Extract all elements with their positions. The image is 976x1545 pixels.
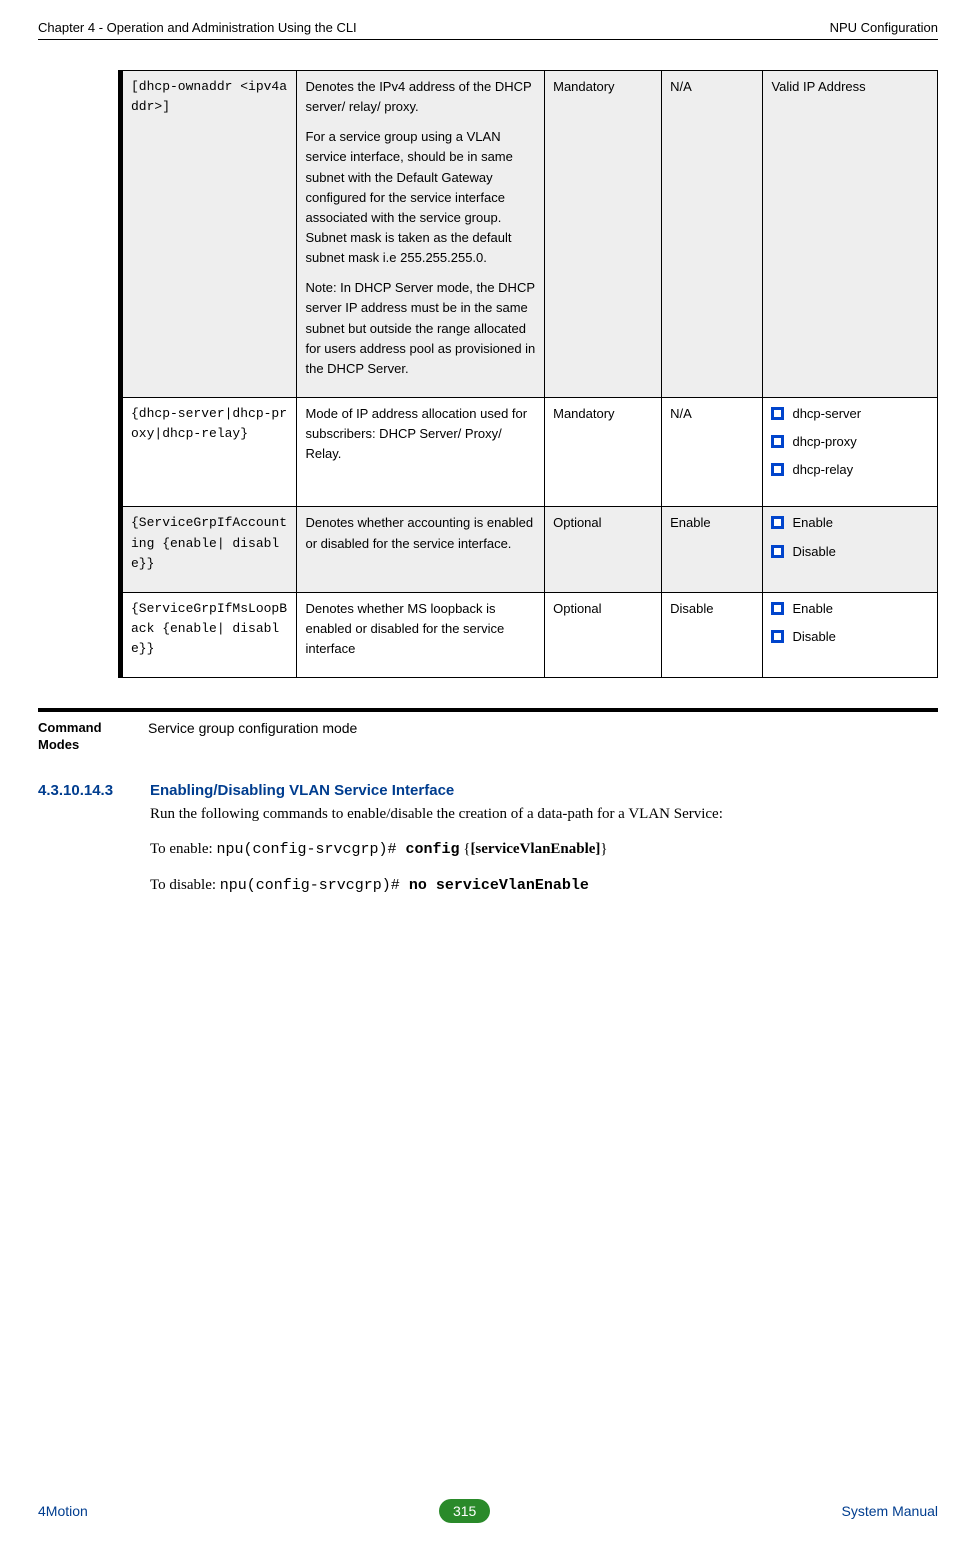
command-modes-row: Command Modes Service group configuratio… <box>38 708 938 754</box>
table-row: {dhcp-server|dhcp-proxy|dhcp-relay} Mode… <box>123 397 938 506</box>
default-cell: N/A <box>662 397 763 506</box>
value-label: dhcp-proxy <box>792 432 856 452</box>
presence-cell: Mandatory <box>545 71 662 398</box>
enable-command-line: To enable: npu(config-srvcgrp)# config {… <box>150 838 938 861</box>
value-label: dhcp-server <box>792 404 861 424</box>
default-cell: Enable <box>662 507 763 592</box>
header-left: Chapter 4 - Operation and Administration… <box>38 20 357 35</box>
modes-label-line2: Modes <box>38 737 79 752</box>
value-label: Enable <box>792 513 832 533</box>
param-cell: {dhcp-server|dhcp-proxy|dhcp-relay} <box>123 397 297 506</box>
bullet-icon <box>771 602 784 615</box>
command-modes-label: Command Modes <box>38 720 148 754</box>
bullet-icon <box>771 463 784 476</box>
values-cell: Enable Disable <box>763 592 938 677</box>
value-item: Enable <box>771 599 929 619</box>
values-cell: Enable Disable <box>763 507 938 592</box>
enable-arg: [serviceVlanEnable] <box>470 841 600 857</box>
parameter-table: [dhcp-ownaddr <ipv4addr>] Denotes the IP… <box>118 70 938 678</box>
table-row: {ServiceGrpIfMsLoopBack {enable| disable… <box>123 592 938 677</box>
param-cell: [dhcp-ownaddr <ipv4addr>] <box>123 71 297 398</box>
table-row: {ServiceGrpIfAccounting {enable| disable… <box>123 507 938 592</box>
value-item: Enable <box>771 513 929 533</box>
footer-right: System Manual <box>842 1503 938 1519</box>
enable-arg-close: } <box>600 841 607 857</box>
page-number-badge: 315 <box>439 1499 490 1523</box>
enable-arg-open: { <box>459 841 470 857</box>
bullet-icon <box>771 630 784 643</box>
disable-prefix: To disable: <box>150 877 220 893</box>
table-row: [dhcp-ownaddr <ipv4addr>] Denotes the IP… <box>123 71 938 398</box>
presence-cell: Optional <box>545 507 662 592</box>
value-item: Disable <box>771 627 929 647</box>
value-item: dhcp-relay <box>771 460 929 480</box>
disable-prompt: npu(config-srvcgrp)# <box>220 877 409 894</box>
section-heading: 4.3.10.14.3 Enabling/Disabling VLAN Serv… <box>38 782 938 799</box>
enable-cmd: config <box>405 841 459 858</box>
disable-command-line: To disable: npu(config-srvcgrp)# no serv… <box>150 874 938 897</box>
value-label: Disable <box>792 542 835 562</box>
section-body: Run the following commands to enable/dis… <box>150 803 938 897</box>
footer-left: 4Motion <box>38 1503 88 1519</box>
bullet-icon <box>771 407 784 420</box>
desc-cell: Denotes whether MS loopback is enabled o… <box>297 592 545 677</box>
value-label: dhcp-relay <box>792 460 853 480</box>
desc-para: For a service group using a VLAN service… <box>305 127 536 268</box>
desc-para: Note: In DHCP Server mode, the DHCP serv… <box>305 278 536 379</box>
bullet-icon <box>771 435 784 448</box>
page-header: Chapter 4 - Operation and Administration… <box>38 20 938 40</box>
desc-cell: Denotes whether accounting is enabled or… <box>297 507 545 592</box>
values-cell: dhcp-server dhcp-proxy dhcp-relay <box>763 397 938 506</box>
modes-label-line1: Command <box>38 720 102 735</box>
value-label: Enable <box>792 599 832 619</box>
desc-para: Denotes the IPv4 address of the DHCP ser… <box>305 77 536 117</box>
disable-cmd: no serviceVlanEnable <box>409 877 589 894</box>
value-item: dhcp-proxy <box>771 432 929 452</box>
value-label: Disable <box>792 627 835 647</box>
command-modes-text: Service group configuration mode <box>148 720 357 754</box>
section-number: 4.3.10.14.3 <box>38 782 150 799</box>
value-item: dhcp-server <box>771 404 929 424</box>
header-right: NPU Configuration <box>830 20 938 35</box>
param-cell: {ServiceGrpIfAccounting {enable| disable… <box>123 507 297 592</box>
intro-text: Run the following commands to enable/dis… <box>150 803 938 826</box>
value-item: Disable <box>771 542 929 562</box>
desc-cell: Denotes the IPv4 address of the DHCP ser… <box>297 71 545 398</box>
param-cell: {ServiceGrpIfMsLoopBack {enable| disable… <box>123 592 297 677</box>
presence-cell: Mandatory <box>545 397 662 506</box>
bullet-icon <box>771 545 784 558</box>
default-cell: Disable <box>662 592 763 677</box>
values-cell: Valid IP Address <box>763 71 938 398</box>
desc-cell: Mode of IP address allocation used for s… <box>297 397 545 506</box>
presence-cell: Optional <box>545 592 662 677</box>
bullet-icon <box>771 516 784 529</box>
default-cell: N/A <box>662 71 763 398</box>
enable-prefix: To enable: <box>150 841 216 857</box>
page-footer: 4Motion 315 System Manual <box>38 1499 938 1523</box>
section-title: Enabling/Disabling VLAN Service Interfac… <box>150 782 454 799</box>
enable-prompt: npu(config-srvcgrp)# <box>216 841 405 858</box>
